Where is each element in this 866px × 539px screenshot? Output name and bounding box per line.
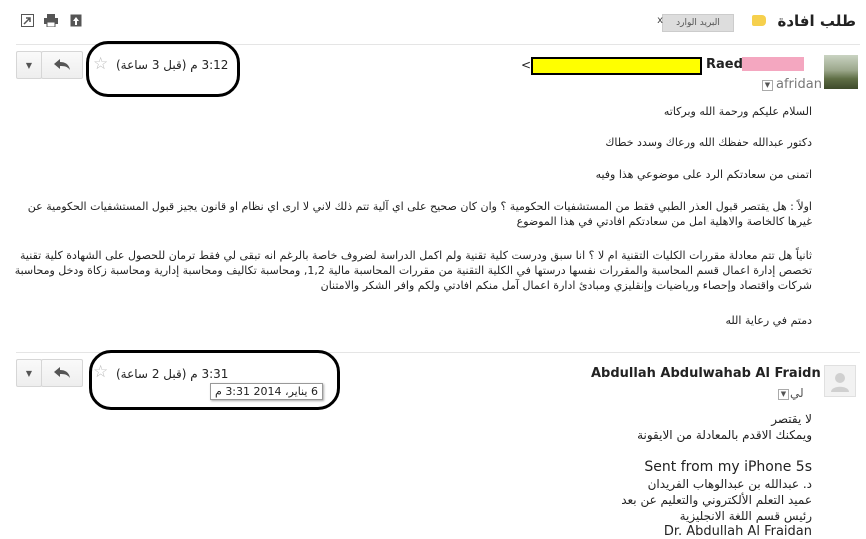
redacted-sender-surname (742, 57, 804, 71)
body-line: لا يقتصر (771, 412, 812, 426)
signature-line: Dr. Abdullah Al Fraidan (663, 524, 812, 539)
body-paragraph: ثانياً هل تتم معادلة مقررات الكليات التق… (14, 249, 812, 292)
sender-name[interactable]: Abdullah Abdulwahab Al Fraidn (591, 366, 821, 381)
more-actions-button[interactable]: ▼ (16, 51, 42, 79)
body-line: دمتم في رعاية الله (725, 314, 812, 327)
reply-icon (54, 367, 70, 378)
conversation-subject: طلب افادة (777, 12, 856, 30)
important-label-icon[interactable] (752, 15, 766, 26)
recipient-name: لي (790, 386, 804, 400)
body-paragraph: اولاً : هل يقتصر قبول العذر الطبي فقط من… (27, 200, 812, 228)
signature-sent-from: Sent from my iPhone 5s (644, 459, 812, 475)
chevron-down-icon: ▼ (25, 61, 33, 70)
sender-avatar[interactable] (824, 55, 858, 89)
new-window-icon[interactable] (20, 14, 34, 27)
more-actions-button[interactable]: ▼ (16, 359, 42, 387)
inbox-label-chip[interactable]: البريد الوارد (662, 14, 734, 32)
signature-line: رئيس قسم اللغة الانجليزية (679, 509, 812, 523)
reply-button[interactable] (41, 359, 83, 387)
annotation-oval (86, 41, 240, 97)
email-open-bracket: < (521, 58, 532, 72)
print-icon[interactable] (44, 14, 58, 28)
body-line: السلام عليكم ورحمة الله وبركاته (663, 105, 812, 118)
chevron-down-icon: ▼ (25, 369, 33, 378)
default-avatar-icon[interactable] (824, 365, 856, 397)
body-line: ويمكنك الاقدم بالمعادلة من الايقونة (637, 428, 812, 442)
annotation-oval (89, 350, 340, 410)
sender-name[interactable]: Raed (706, 57, 743, 72)
details-dropdown-icon[interactable]: ▼ (762, 80, 773, 91)
signature-line: عميد التعلم الألكتروني والتعليم عن بعد (621, 493, 812, 507)
expand-icon[interactable] (69, 14, 83, 27)
recipient-name: afridan (776, 77, 822, 92)
signature-line: د. عبدالله بن عبدالوهاب الفريدان (647, 477, 812, 491)
body-line: اتمنى من سعادتكم الرد على موضوعي هذا وفي… (595, 168, 812, 181)
reply-button[interactable] (41, 51, 83, 79)
body-line: دكتور عبدالله حفظك الله ورعاك وسدد خطاك (605, 136, 812, 149)
details-dropdown-icon[interactable]: ▼ (778, 389, 789, 400)
reply-icon (54, 59, 70, 70)
remove-label-button[interactable]: x (657, 15, 663, 26)
redacted-sender-email (531, 57, 702, 75)
